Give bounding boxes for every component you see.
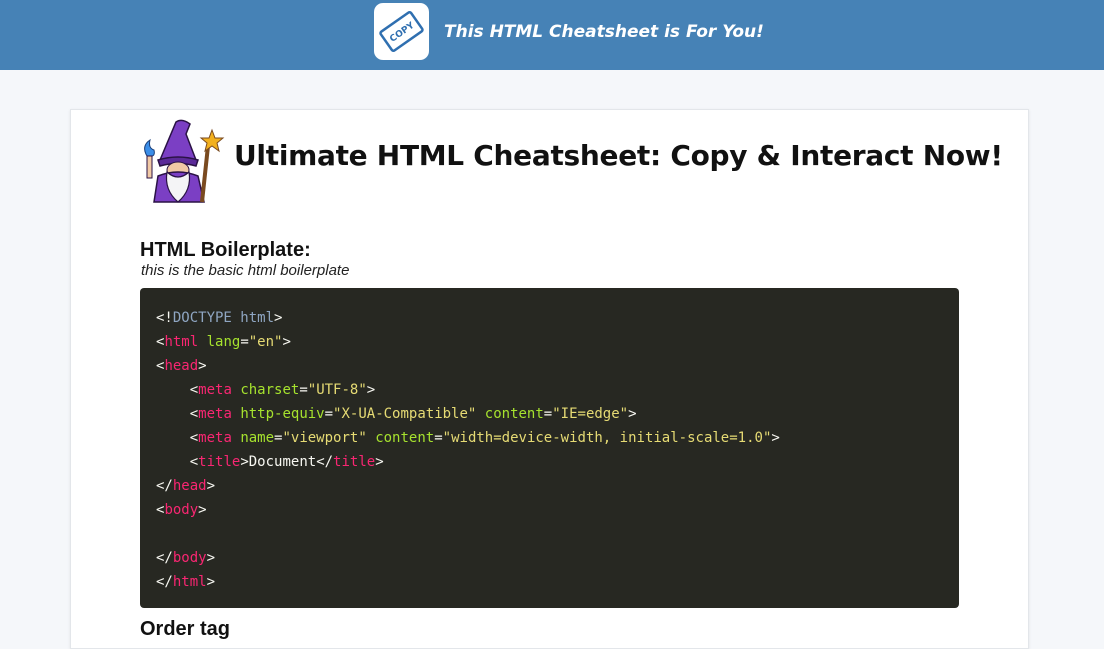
code-token: <! [156, 310, 173, 326]
copy-stamp-icon: COPY [379, 11, 424, 52]
code-token: = [299, 382, 308, 398]
code-token: </ [156, 550, 173, 566]
code-line: </html> [156, 570, 959, 594]
code-token: content [484, 406, 544, 422]
code-token: > [375, 454, 384, 470]
code-token: title [333, 454, 376, 470]
code-token: "width=device-width, initial-scale=1.0" [442, 430, 772, 446]
code-token: name [240, 430, 275, 446]
code-token: > [240, 454, 249, 470]
code-token: > [771, 430, 780, 446]
code-line: <meta http-equiv="X-UA-Compatible" conte… [156, 402, 959, 426]
code-token: < [156, 430, 199, 446]
code-token: title [198, 454, 241, 470]
code-token: </ [156, 478, 173, 494]
section-heading-order-tag: Order tag [140, 618, 231, 640]
code-token: html [172, 574, 207, 590]
code-token: > [206, 478, 216, 494]
code-token: </ [316, 454, 334, 470]
code-token: < [156, 454, 199, 470]
code-token: "X-UA-Compatible" [333, 406, 477, 422]
code-token: lang [206, 334, 241, 350]
code-token: > [206, 550, 216, 566]
code-token: DOCTYPE html [172, 310, 275, 326]
code-token: charset [240, 382, 300, 398]
code-token: > [366, 382, 376, 398]
code-line: <html lang="en"> [156, 330, 959, 354]
code-token: "IE=edge" [552, 406, 629, 422]
code-token: meta [198, 382, 232, 398]
code-token: Document [248, 454, 317, 470]
wizard-icon [138, 116, 230, 204]
code-token: content [375, 430, 435, 446]
code-token: head [172, 478, 207, 494]
code-line: <meta name="viewport" content="width=dev… [156, 426, 959, 450]
code-token: = [543, 406, 553, 422]
code-token: > [198, 358, 207, 374]
code-token: head [164, 358, 199, 374]
code-token: < [156, 382, 199, 398]
section-description: this is the basic html boilerplate [141, 262, 350, 279]
code-token: = [240, 334, 249, 350]
code-token: meta [198, 430, 232, 446]
site-title: This HTML Cheatsheet is For You! [444, 22, 764, 42]
logo[interactable]: COPY [374, 3, 429, 60]
code-token: > [198, 502, 207, 518]
code-line: <!DOCTYPE html> [156, 306, 959, 330]
section-heading: HTML Boilerplate: [140, 239, 311, 261]
code-token: > [274, 310, 283, 326]
page-title: Ultimate HTML Cheatsheet: Copy & Interac… [234, 139, 1003, 172]
code-token: > [206, 574, 216, 590]
code-token: body [172, 550, 207, 566]
code-token: meta [198, 406, 232, 422]
code-token: > [628, 406, 637, 422]
code-token: "en" [248, 334, 283, 350]
boilerplate-code-block[interactable]: <!DOCTYPE html> <html lang="en"> <head> <m… [140, 288, 959, 608]
code-line: <head> [156, 354, 959, 378]
top-bar: COPY This HTML Cheatsheet is For You! [0, 0, 1104, 70]
code-token: > [282, 334, 291, 350]
code-token: http-equiv [240, 406, 325, 422]
code-line: <title>Document</title> [156, 450, 959, 474]
code-token: body [164, 502, 199, 518]
code-token: = [324, 406, 334, 422]
code-token: "viewport" [282, 430, 367, 446]
code-token: "UTF-8" [307, 382, 367, 398]
code-line: </body> [156, 546, 959, 570]
code-token: < [156, 406, 199, 422]
code-line: <meta charset="UTF-8"> [156, 378, 959, 402]
code-line: <body> [156, 498, 959, 522]
code-token: </ [156, 574, 173, 590]
code-token: html [164, 334, 199, 350]
code-token: = [434, 430, 443, 446]
code-line: </head> [156, 474, 959, 498]
